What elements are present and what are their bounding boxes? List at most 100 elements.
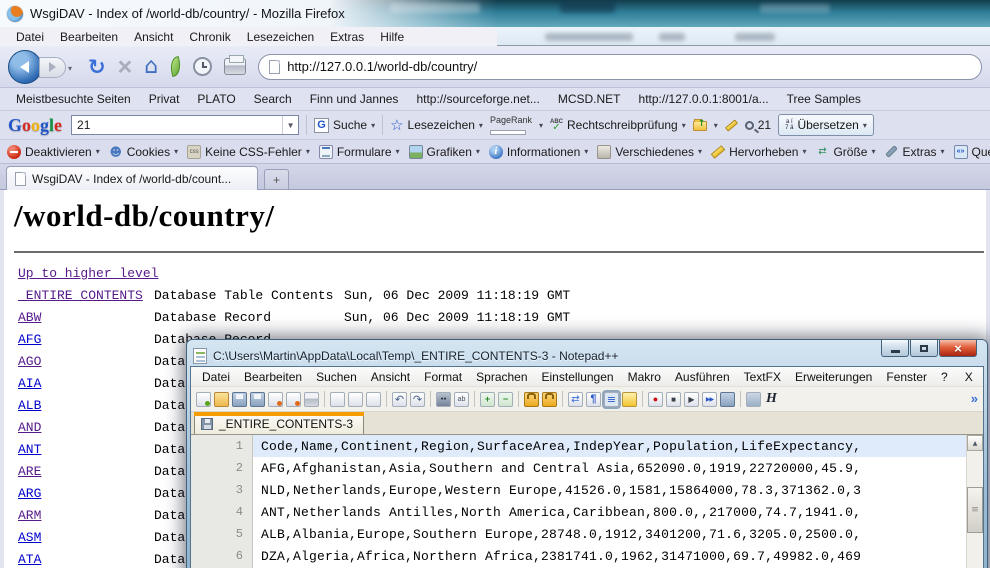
replace-icon[interactable]	[454, 392, 469, 407]
send-to-folder-icon[interactable]	[693, 121, 707, 131]
separator[interactable]	[740, 391, 741, 407]
menu-item[interactable]: Suchen	[309, 370, 364, 384]
macro-run-multiple-icon[interactable]	[702, 392, 717, 407]
menu-item[interactable]: Erweiterungen	[788, 370, 879, 384]
dropdown-caret-icon[interactable]: ▾	[539, 121, 543, 130]
close-all-icon[interactable]	[286, 392, 301, 407]
history-dropdown-icon[interactable]: ▾	[68, 64, 72, 73]
search-dropdown-icon[interactable]: ▼	[282, 116, 298, 134]
separator[interactable]	[430, 391, 431, 407]
new-tab-button[interactable]: +	[264, 169, 289, 190]
entry-link[interactable]: ANT	[18, 442, 41, 457]
menu-item[interactable]: Datei	[8, 30, 52, 44]
entry-link[interactable]: AND	[18, 420, 41, 435]
menu-item[interactable]: Ansicht	[364, 370, 417, 384]
home-button[interactable]: ⌂	[144, 54, 158, 79]
separator[interactable]	[562, 391, 563, 407]
entry-link[interactable]: ABW	[18, 310, 41, 325]
separator[interactable]	[386, 391, 387, 407]
forward-button[interactable]	[39, 57, 66, 78]
dropdown-caret-icon[interactable]: ▾	[714, 121, 718, 130]
webdev-item[interactable]: Extras ▾	[884, 145, 944, 159]
new-file-icon[interactable]	[196, 392, 211, 407]
menu-item[interactable]: Lesezeichen	[239, 30, 322, 44]
bookmark-item[interactable]: http://sourceforge.net...	[408, 92, 542, 106]
menu-item[interactable]: Extras	[322, 30, 372, 44]
firefox-titlebar[interactable]: WsgiDAV - Index of /world-db/country/ - …	[0, 0, 497, 27]
zoom-in-icon[interactable]	[480, 392, 495, 407]
show-all-characters-icon[interactable]	[586, 392, 601, 407]
back-button[interactable]	[8, 50, 42, 84]
copy-icon[interactable]	[348, 392, 363, 407]
find-count-indicator[interactable]: 21	[745, 118, 771, 132]
menu-item[interactable]: TextFX	[737, 370, 788, 384]
undo-icon[interactable]	[392, 392, 407, 407]
separator[interactable]	[518, 391, 519, 407]
translate-button[interactable]: a í 7 ä Übersetzen ▾	[778, 114, 874, 136]
highlighter-icon[interactable]	[725, 119, 738, 131]
menu-item[interactable]: Datei	[195, 370, 237, 384]
reload-button[interactable]: ↻	[88, 55, 106, 79]
save-all-icon[interactable]	[250, 392, 265, 407]
entry-link[interactable]: AFG	[18, 332, 41, 347]
entry-link[interactable]: ATA	[18, 552, 41, 567]
bookmark-item[interactable]: Finn und Jannes	[302, 92, 402, 106]
menu-item[interactable]: Format	[417, 370, 469, 384]
webdev-item[interactable]: Größe ▾	[815, 145, 875, 159]
bookmark-item[interactable]: Tree Samples	[779, 92, 864, 106]
sync-horizontal-scroll-icon[interactable]	[542, 392, 557, 407]
entry-link[interactable]: ALB	[18, 398, 41, 413]
macro-play-icon[interactable]	[684, 392, 699, 407]
separator[interactable]	[474, 391, 475, 407]
menu-item[interactable]: Fenster	[879, 370, 934, 384]
entry-link[interactable]: ARE	[18, 464, 41, 479]
feed-leaf-icon[interactable]	[168, 56, 183, 77]
find-icon[interactable]	[436, 392, 451, 407]
menu-item[interactable]: Bearbeiten	[52, 30, 126, 44]
document-tab[interactable]: _ENTIRE_CONTENTS-3	[194, 412, 364, 434]
cut-icon[interactable]	[330, 392, 345, 407]
restore-button[interactable]	[910, 340, 938, 357]
bookmark-item[interactable]: Search	[246, 92, 295, 106]
bookmark-item[interactable]: Privat	[141, 92, 183, 106]
menu-item[interactable]: Hilfe	[372, 30, 412, 44]
entry-link[interactable]: ARG	[18, 486, 41, 501]
macro-save-icon[interactable]	[720, 392, 735, 407]
scrollbar-thumb[interactable]	[967, 487, 983, 533]
url-bar[interactable]: http://127.0.0.1/world-db/country/	[258, 54, 982, 80]
minimize-button[interactable]	[881, 340, 909, 357]
menu-item[interactable]: Chronik	[181, 30, 238, 44]
menu-item[interactable]: Ansicht	[126, 30, 181, 44]
bookmark-item[interactable]: Meistbesuchte Seiten	[8, 92, 134, 106]
menu-item[interactable]: Bearbeiten	[237, 370, 309, 384]
print-icon[interactable]	[224, 58, 246, 75]
entry-link[interactable]: _ENTIRE_CONTENTS	[18, 288, 143, 303]
stop-button[interactable]: ×	[118, 57, 133, 77]
webdev-item[interactable]: Hervorheben ▾	[711, 145, 806, 159]
webdev-item[interactable]: Grafiken ▾	[409, 145, 480, 159]
menu-item[interactable]: ?	[934, 370, 955, 384]
history-clock-icon[interactable]	[193, 57, 212, 76]
save-icon[interactable]	[232, 392, 247, 407]
macro-stop-icon[interactable]	[666, 392, 681, 407]
entry-link[interactable]: AIA	[18, 376, 41, 391]
webdev-item[interactable]: Informationen ▾	[489, 145, 588, 159]
indent-guide-icon[interactable]	[604, 392, 619, 407]
scroll-up-button[interactable]	[967, 435, 983, 451]
separator[interactable]	[324, 391, 325, 407]
tab-wsgidav[interactable]: WsgiDAV - Index of /world-db/count...	[6, 166, 258, 190]
macro-record-icon[interactable]	[648, 392, 663, 407]
zoom-out-icon[interactable]	[498, 392, 513, 407]
doc-close-button[interactable]: X	[955, 370, 983, 384]
menu-item[interactable]: Ausführen	[668, 370, 737, 384]
webdev-item[interactable]: Keine CSS-Fehler ▾	[187, 145, 310, 159]
html-viewer-icon[interactable]	[764, 392, 779, 407]
google-bookmarks-button[interactable]: ☆ Lesezeichen ▾	[390, 118, 483, 132]
paste-icon[interactable]	[366, 392, 381, 407]
entry-link[interactable]: ASM	[18, 530, 41, 545]
spellcheck-button[interactable]: ABC✓ Rechtschreibprüfung ▾	[550, 118, 686, 132]
webdev-item[interactable]: Quelltext ▾	[954, 145, 990, 159]
bookmark-item[interactable]: PLATO	[189, 92, 238, 106]
webdev-item[interactable]: Formulare ▾	[319, 145, 400, 159]
entry-link[interactable]: ARM	[18, 508, 41, 523]
